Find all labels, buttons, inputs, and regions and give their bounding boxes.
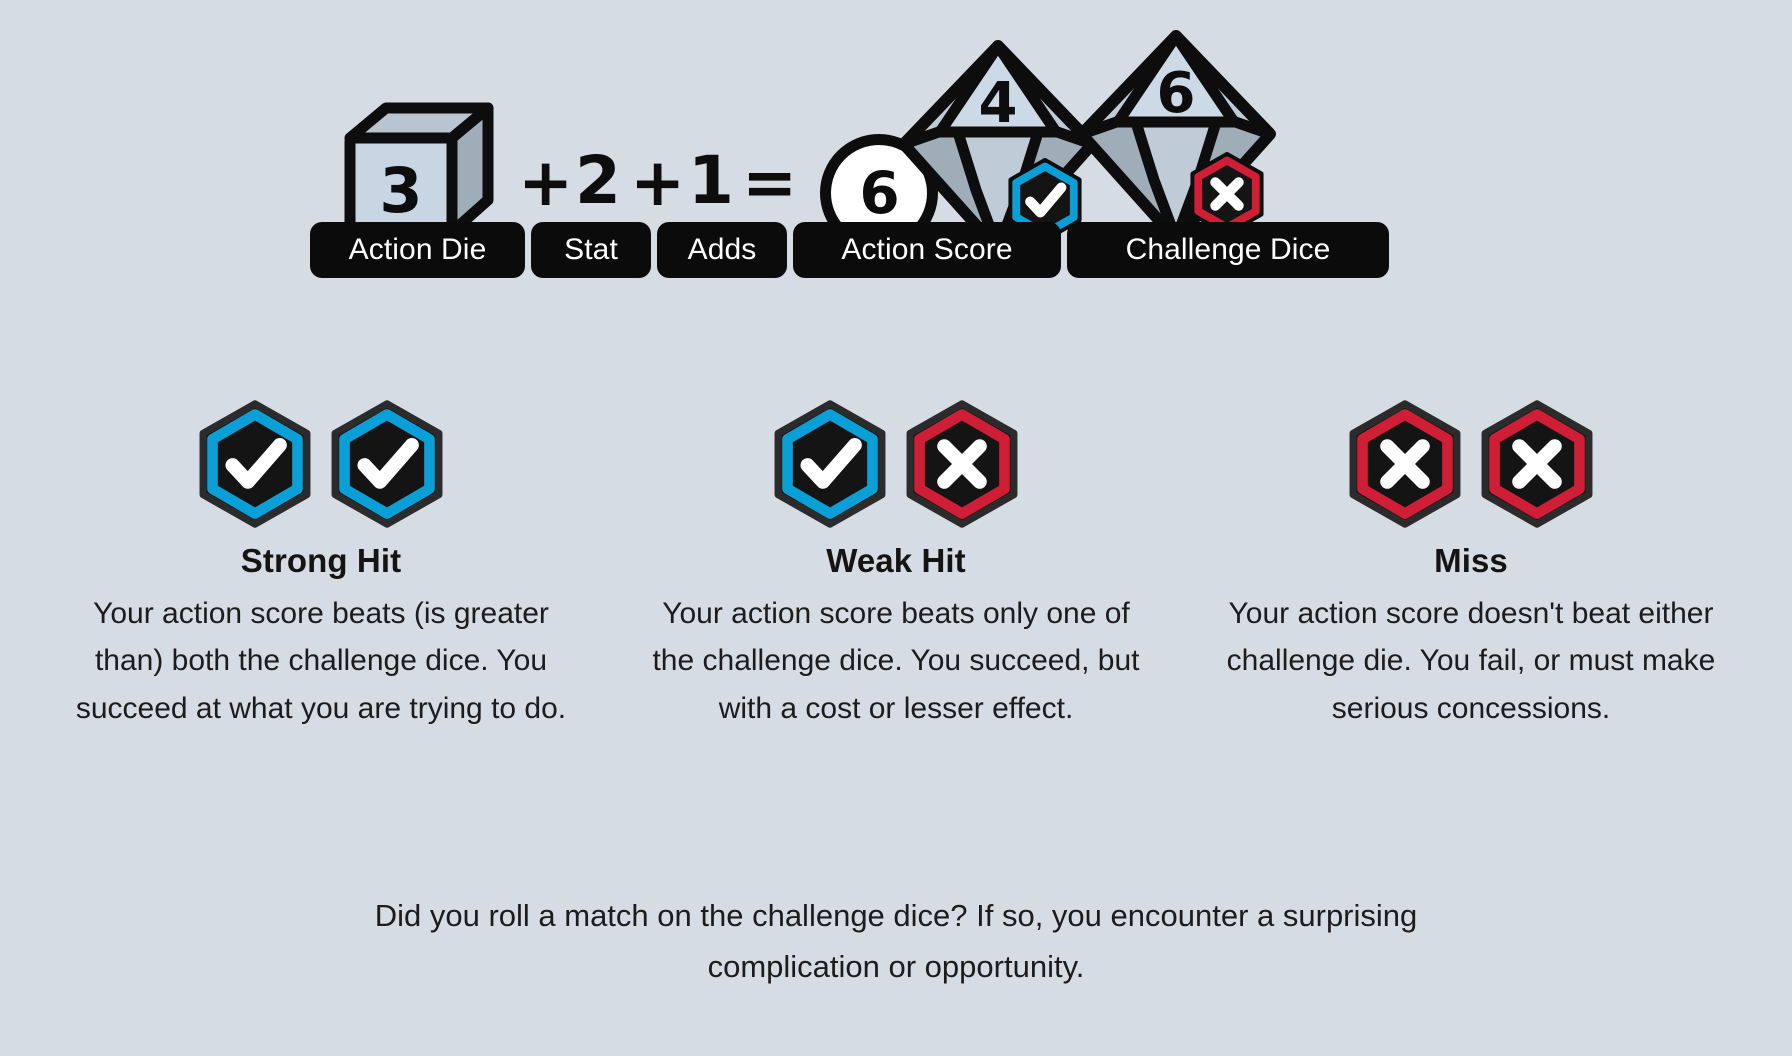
challenge-die-2-value: 6	[1157, 61, 1196, 126]
action-die-value: 3	[379, 154, 422, 227]
formula-icons-row: 3 + 2 + 1 = 6 4 6	[310, 22, 1490, 255]
pill-adds: Adds	[657, 222, 787, 278]
operator-plus-adds: +	[630, 144, 685, 221]
pill-action-die: Action Die	[310, 222, 525, 278]
check-icon	[331, 400, 443, 528]
weak-hit-title: Weak Hit	[826, 542, 966, 579]
strong-hit-description: Your action score beats (is greater than…	[75, 597, 567, 725]
action-die-icon: 3	[340, 102, 498, 242]
outcome-strong-hit: Strong Hit Your action score beats (is g…	[56, 400, 586, 732]
outcome-weak-hit: Weak Hit Your action score beats only on…	[631, 400, 1161, 732]
roll-formula-section: 3 + 2 + 1 = 6 4 6 Action Die Stat Adds A…	[0, 22, 1792, 322]
outcome-miss: Miss Your action score doesn't beat eith…	[1206, 400, 1736, 732]
cross-icon	[1481, 400, 1593, 528]
challenge-die-1-value: 4	[979, 71, 1018, 136]
pill-stat: Stat	[531, 222, 651, 278]
strong-hit-badges	[196, 400, 446, 528]
weak-hit-description: Your action score beats only one of the …	[652, 597, 1140, 725]
operator-plus-stat: +	[518, 144, 573, 221]
miss-title: Miss	[1434, 542, 1508, 579]
check-icon	[774, 400, 886, 528]
cross-icon	[906, 400, 1018, 528]
outcomes-row: Strong Hit Your action score beats (is g…	[0, 400, 1792, 732]
cross-icon	[1349, 400, 1461, 528]
operator-equals: =	[742, 144, 797, 221]
formula-label-pills: Action Die Stat Adds Action Score Challe…	[310, 222, 1389, 278]
weak-hit-badges	[771, 400, 1021, 528]
adds-value: 1	[688, 142, 734, 219]
pill-challenge-dice: Challenge Dice	[1067, 222, 1389, 278]
pill-action-score: Action Score	[793, 222, 1061, 278]
check-icon	[199, 400, 311, 528]
miss-badges	[1346, 400, 1596, 528]
miss-description: Your action score doesn't beat either ch…	[1226, 597, 1716, 725]
stat-value: 2	[575, 142, 621, 219]
strong-hit-title: Strong Hit	[240, 542, 402, 579]
match-note: Did you roll a match on the challenge di…	[374, 898, 1418, 985]
